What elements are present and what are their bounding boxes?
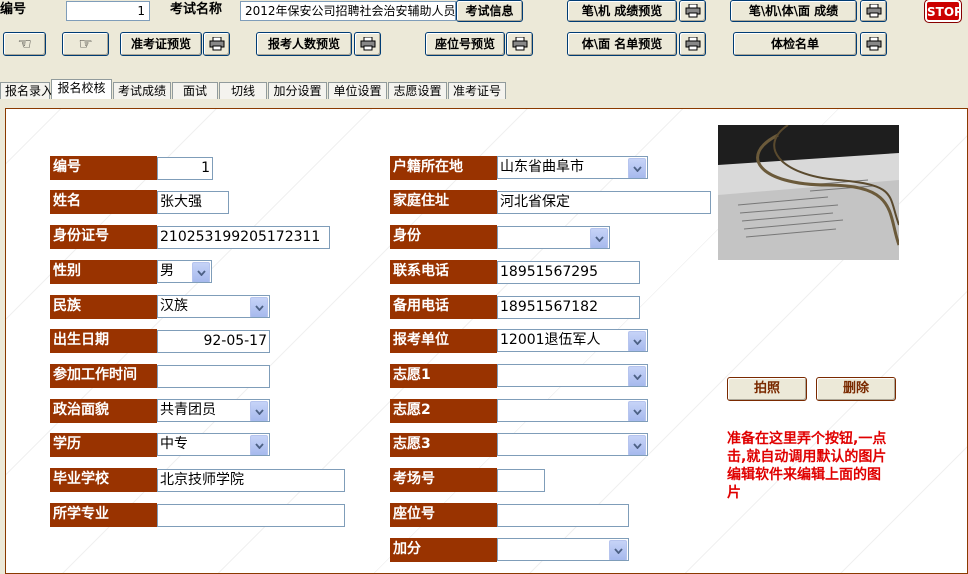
tab-preference-settings[interactable]: 志愿设置 (388, 82, 447, 99)
printer-icon (685, 37, 700, 51)
printer-icon (866, 37, 881, 51)
hand-left-icon: ☜ (17, 34, 32, 53)
physical-list-button[interactable]: 体检名单 (733, 32, 857, 56)
print-applicant-count-button[interactable] (354, 32, 381, 56)
printer-icon (685, 4, 700, 18)
printer-icon (512, 37, 527, 51)
printer-icon (360, 37, 375, 51)
print-admission-button[interactable] (203, 32, 230, 56)
written-score-preview-button[interactable]: 笔\机 成绩预览 (567, 0, 677, 22)
printer-icon (866, 4, 881, 18)
tab-registration-check[interactable]: 报名校核 (51, 79, 112, 99)
physical-list-preview-button[interactable]: 体\面 名单预览 (567, 32, 677, 56)
hand-right-icon: ☞ (78, 34, 93, 53)
next-record-button[interactable]: ☞ (62, 32, 109, 56)
tab-registration-entry[interactable]: 报名录入 (0, 82, 53, 99)
id-label: 编号 (0, 2, 27, 17)
print-seat-button[interactable] (506, 32, 533, 56)
exam-info-button[interactable]: 考试信息 (456, 0, 523, 22)
id-input[interactable]: 1 (66, 1, 150, 21)
prev-record-button[interactable]: ☜ (3, 32, 46, 56)
print-physical-list-preview-button[interactable] (679, 32, 706, 56)
stop-button[interactable]: STOP (924, 0, 963, 23)
written-interview-score-button[interactable]: 笔\机\体\面 成绩 (730, 0, 857, 22)
exam-name-label: 考试名称 (170, 2, 223, 17)
tab-interview[interactable]: 面试 (172, 82, 218, 99)
tab-admission-number[interactable]: 准考证号 (448, 82, 506, 99)
tab-exam-score[interactable]: 考试成绩 (113, 82, 171, 99)
applicant-count-preview-button[interactable]: 报考人数预览 (256, 32, 352, 56)
print-physical-list-button[interactable] (860, 32, 887, 56)
print-written-score-button[interactable] (679, 0, 706, 22)
admission-preview-button[interactable]: 准考证预览 (120, 32, 202, 56)
exam-name-input[interactable]: 2012年保安公司招聘社会治安辅助人员 (240, 1, 456, 21)
tab-cutoff[interactable]: 切线 (219, 82, 267, 99)
seat-preview-button[interactable]: 座位号预览 (425, 32, 505, 56)
form-panel (5, 108, 968, 574)
tab-unit-settings[interactable]: 单位设置 (328, 82, 387, 99)
printer-icon (209, 37, 224, 51)
tab-bonus-settings[interactable]: 加分设置 (268, 82, 327, 99)
print-full-score-button[interactable] (860, 0, 887, 22)
